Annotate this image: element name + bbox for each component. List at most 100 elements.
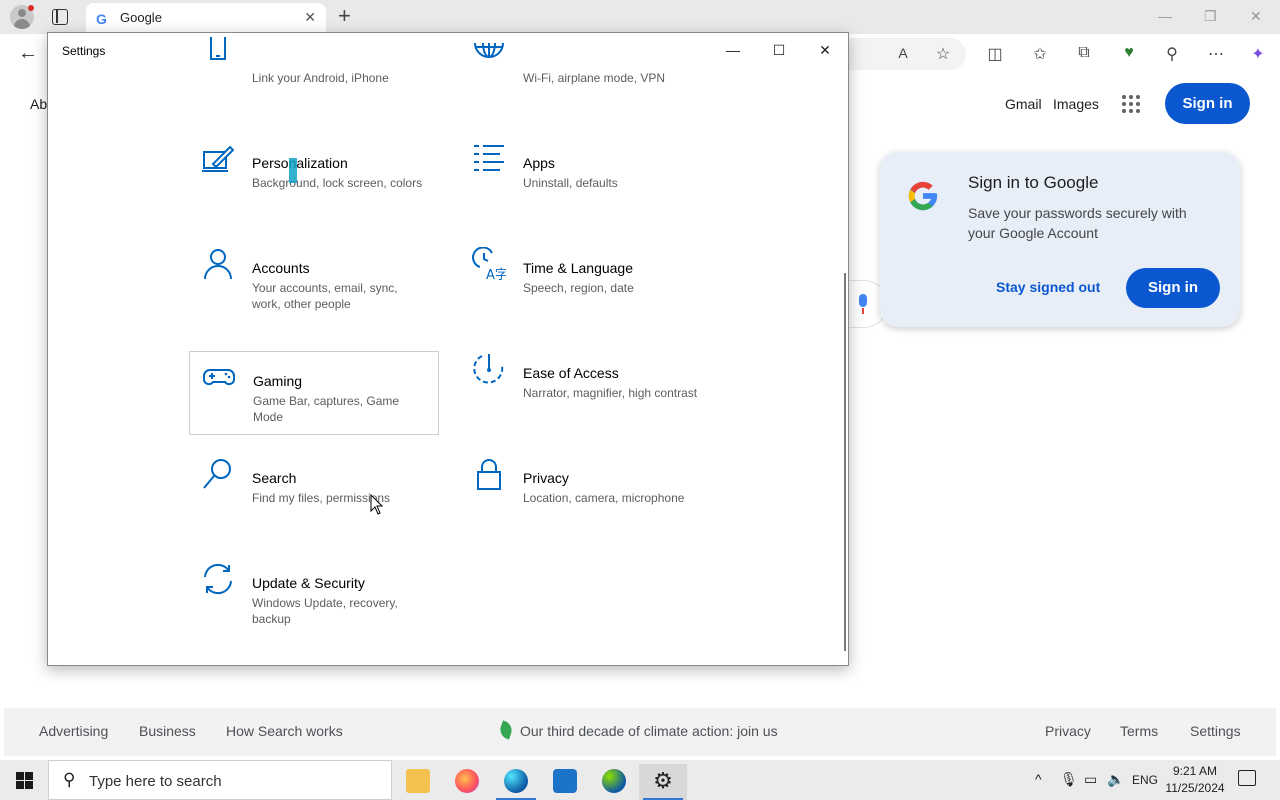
- browser-restore-button[interactable]: ❐: [1204, 8, 1217, 25]
- leaf-icon: [497, 720, 515, 740]
- settings-gear-icon[interactable]: ⚙: [639, 764, 687, 800]
- settings-item-accounts[interactable]: Accounts Your accounts, email, sync, wor…: [189, 239, 439, 323]
- stay-signed-out-button[interactable]: Stay signed out: [996, 279, 1100, 295]
- settings-item-apps[interactable]: Apps Uninstall, defaults: [460, 134, 710, 218]
- remote-desktop-icon[interactable]: [541, 764, 589, 800]
- browser-essentials-icon[interactable]: ♥: [1118, 44, 1140, 62]
- gmail-link[interactable]: Gmail: [1005, 96, 1042, 112]
- taskbar-search-placeholder: Type here to search: [89, 773, 222, 790]
- start-button-windows-icon[interactable]: [16, 772, 33, 789]
- lock-icon: [477, 459, 501, 490]
- settings-item-desc: Link your Android, iPhone: [252, 71, 389, 85]
- settings-item-name: Gaming: [253, 373, 303, 389]
- apps-list-icon: [474, 145, 504, 171]
- settings-close-button[interactable]: ✕: [802, 37, 848, 63]
- popup-sign-in-button[interactable]: Sign in: [1126, 268, 1220, 308]
- gamepad-icon: [203, 369, 235, 386]
- settings-item-desc: Wi-Fi, airplane mode, VPN: [523, 71, 666, 85]
- edge-dev-icon[interactable]: [590, 764, 638, 800]
- footer-terms-link[interactable]: Terms: [1120, 723, 1158, 739]
- google-sign-in-button[interactable]: Sign in: [1165, 83, 1250, 124]
- profile-notification-dot: [28, 5, 34, 11]
- browser-tab-google[interactable]: G Google ✕: [86, 3, 326, 34]
- footer-privacy-link[interactable]: Privacy: [1045, 723, 1091, 739]
- google-apps-icon[interactable]: [1122, 95, 1140, 113]
- person-icon: [204, 249, 232, 280]
- settings-item-update-security[interactable]: Update & Security Windows Update, recove…: [189, 554, 439, 638]
- settings-item-name: Update & Security: [252, 575, 365, 591]
- settings-item-name: Search: [252, 470, 297, 486]
- settings-minimize-button[interactable]: —: [710, 37, 756, 63]
- images-link[interactable]: Images: [1053, 96, 1099, 112]
- footer-climate-link[interactable]: Our third decade of climate action: join…: [520, 723, 778, 739]
- settings-item-name: Time & Language: [523, 260, 633, 276]
- popup-title: Sign in to Google: [968, 173, 1099, 192]
- language-indicator[interactable]: ENG: [1132, 773, 1158, 787]
- footer-settings-link[interactable]: Settings: [1190, 723, 1241, 739]
- extensions-icon[interactable]: ⚲: [1161, 44, 1183, 64]
- search-icon: [203, 459, 231, 489]
- settings-item-name: Personalization: [252, 155, 348, 171]
- file-explorer-icon[interactable]: [394, 764, 442, 800]
- settings-maximize-button[interactable]: ☐: [756, 37, 802, 63]
- globe-icon: [474, 42, 504, 58]
- settings-item-time-language[interactable]: A字 Time & Language Speech, region, date: [460, 239, 710, 323]
- new-tab-button[interactable]: +: [338, 4, 351, 28]
- favorite-star-icon[interactable]: ☆: [932, 44, 954, 64]
- settings-item-name: Accounts: [252, 260, 310, 276]
- firefox-icon[interactable]: [443, 764, 491, 800]
- tab-close-icon[interactable]: ✕: [304, 9, 316, 26]
- about-link[interactable]: Ab: [30, 96, 47, 112]
- microphone-icon[interactable]: 🎙: [1060, 771, 1078, 788]
- voice-search-icon[interactable]: [856, 294, 870, 316]
- settings-item-search[interactable]: Search Find my files, permissions: [189, 449, 439, 533]
- google-footer: Advertising Business How Search works Ou…: [4, 708, 1276, 756]
- back-button[interactable]: ←: [18, 42, 38, 65]
- time-language-icon: A字: [472, 247, 506, 281]
- settings-item-phone[interactable]: Link your Android, iPhone: [189, 33, 439, 113]
- show-hidden-icons-chevron-icon[interactable]: ^: [1035, 771, 1042, 787]
- footer-how-search-works-link[interactable]: How Search works: [226, 723, 343, 739]
- settings-item-network[interactable]: Wi-Fi, airplane mode, VPN: [460, 33, 710, 113]
- network-icon[interactable]: ▭: [1084, 771, 1097, 788]
- settings-item-desc: Find my files, permissions: [252, 491, 391, 505]
- sync-icon: [204, 563, 232, 595]
- sign-in-prompt: Sign in to Google Save your passwords se…: [880, 152, 1240, 327]
- footer-advertising-link[interactable]: Advertising: [39, 723, 108, 739]
- settings-item-desc: Speech, region, date: [523, 281, 634, 295]
- browser-minimize-button[interactable]: —: [1158, 8, 1172, 24]
- taskbar-search-box[interactable]: ⚲ Type here to search: [48, 760, 392, 800]
- favorites-icon[interactable]: ✩: [1029, 44, 1051, 64]
- read-aloud-icon[interactable]: A: [892, 45, 914, 61]
- settings-item-desc: Location, camera, microphone: [523, 491, 685, 505]
- settings-item-desc: Your accounts, email, sync, work, other …: [252, 281, 398, 311]
- more-options-icon[interactable]: ⋯: [1205, 44, 1227, 64]
- settings-title-bar[interactable]: Settings — ☐ ✕: [48, 33, 848, 67]
- settings-item-personalization[interactable]: Personalization Background, lock screen,…: [189, 134, 439, 218]
- settings-item-desc: Uninstall, defaults: [523, 176, 618, 190]
- edge-icon[interactable]: [492, 764, 540, 800]
- popup-body-text: Save your passwords securely with your G…: [968, 205, 1187, 241]
- settings-item-gaming[interactable]: Gaming Game Bar, captures, Game Mode: [189, 351, 439, 435]
- browser-close-button[interactable]: ✕: [1250, 8, 1262, 25]
- settings-item-ease-of-access[interactable]: Ease of Access Narrator, magnifier, high…: [460, 344, 710, 428]
- action-center-icon[interactable]: [1238, 770, 1256, 786]
- settings-scrollbar[interactable]: [844, 273, 846, 651]
- google-favicon-icon: G: [96, 11, 107, 27]
- taskbar-clock[interactable]: 9:21 AM 11/25/2024: [1160, 763, 1230, 797]
- tab-title: Google: [120, 10, 162, 25]
- split-screen-icon[interactable]: ◫: [984, 44, 1006, 64]
- settings-item-name: Ease of Access: [523, 365, 619, 381]
- settings-item-desc: Windows Update, recovery, backup: [252, 596, 398, 626]
- footer-business-link[interactable]: Business: [139, 723, 196, 739]
- text-cursor-highlight: [289, 158, 297, 183]
- tab-actions-icon[interactable]: [52, 9, 68, 25]
- settings-item-desc: Background, lock screen, colors: [252, 176, 423, 190]
- settings-item-privacy[interactable]: Privacy Location, camera, microphone: [460, 449, 710, 533]
- collections-icon[interactable]: ⧉: [1073, 44, 1095, 62]
- clock-date: 11/25/2024: [1165, 781, 1225, 795]
- copilot-icon[interactable]: ✦: [1247, 44, 1269, 64]
- volume-icon[interactable]: 🔈: [1107, 771, 1124, 788]
- settings-window: Settings — ☐ ✕ Link your Android, iPhone…: [47, 32, 849, 666]
- mouse-pointer-icon: [370, 494, 384, 515]
